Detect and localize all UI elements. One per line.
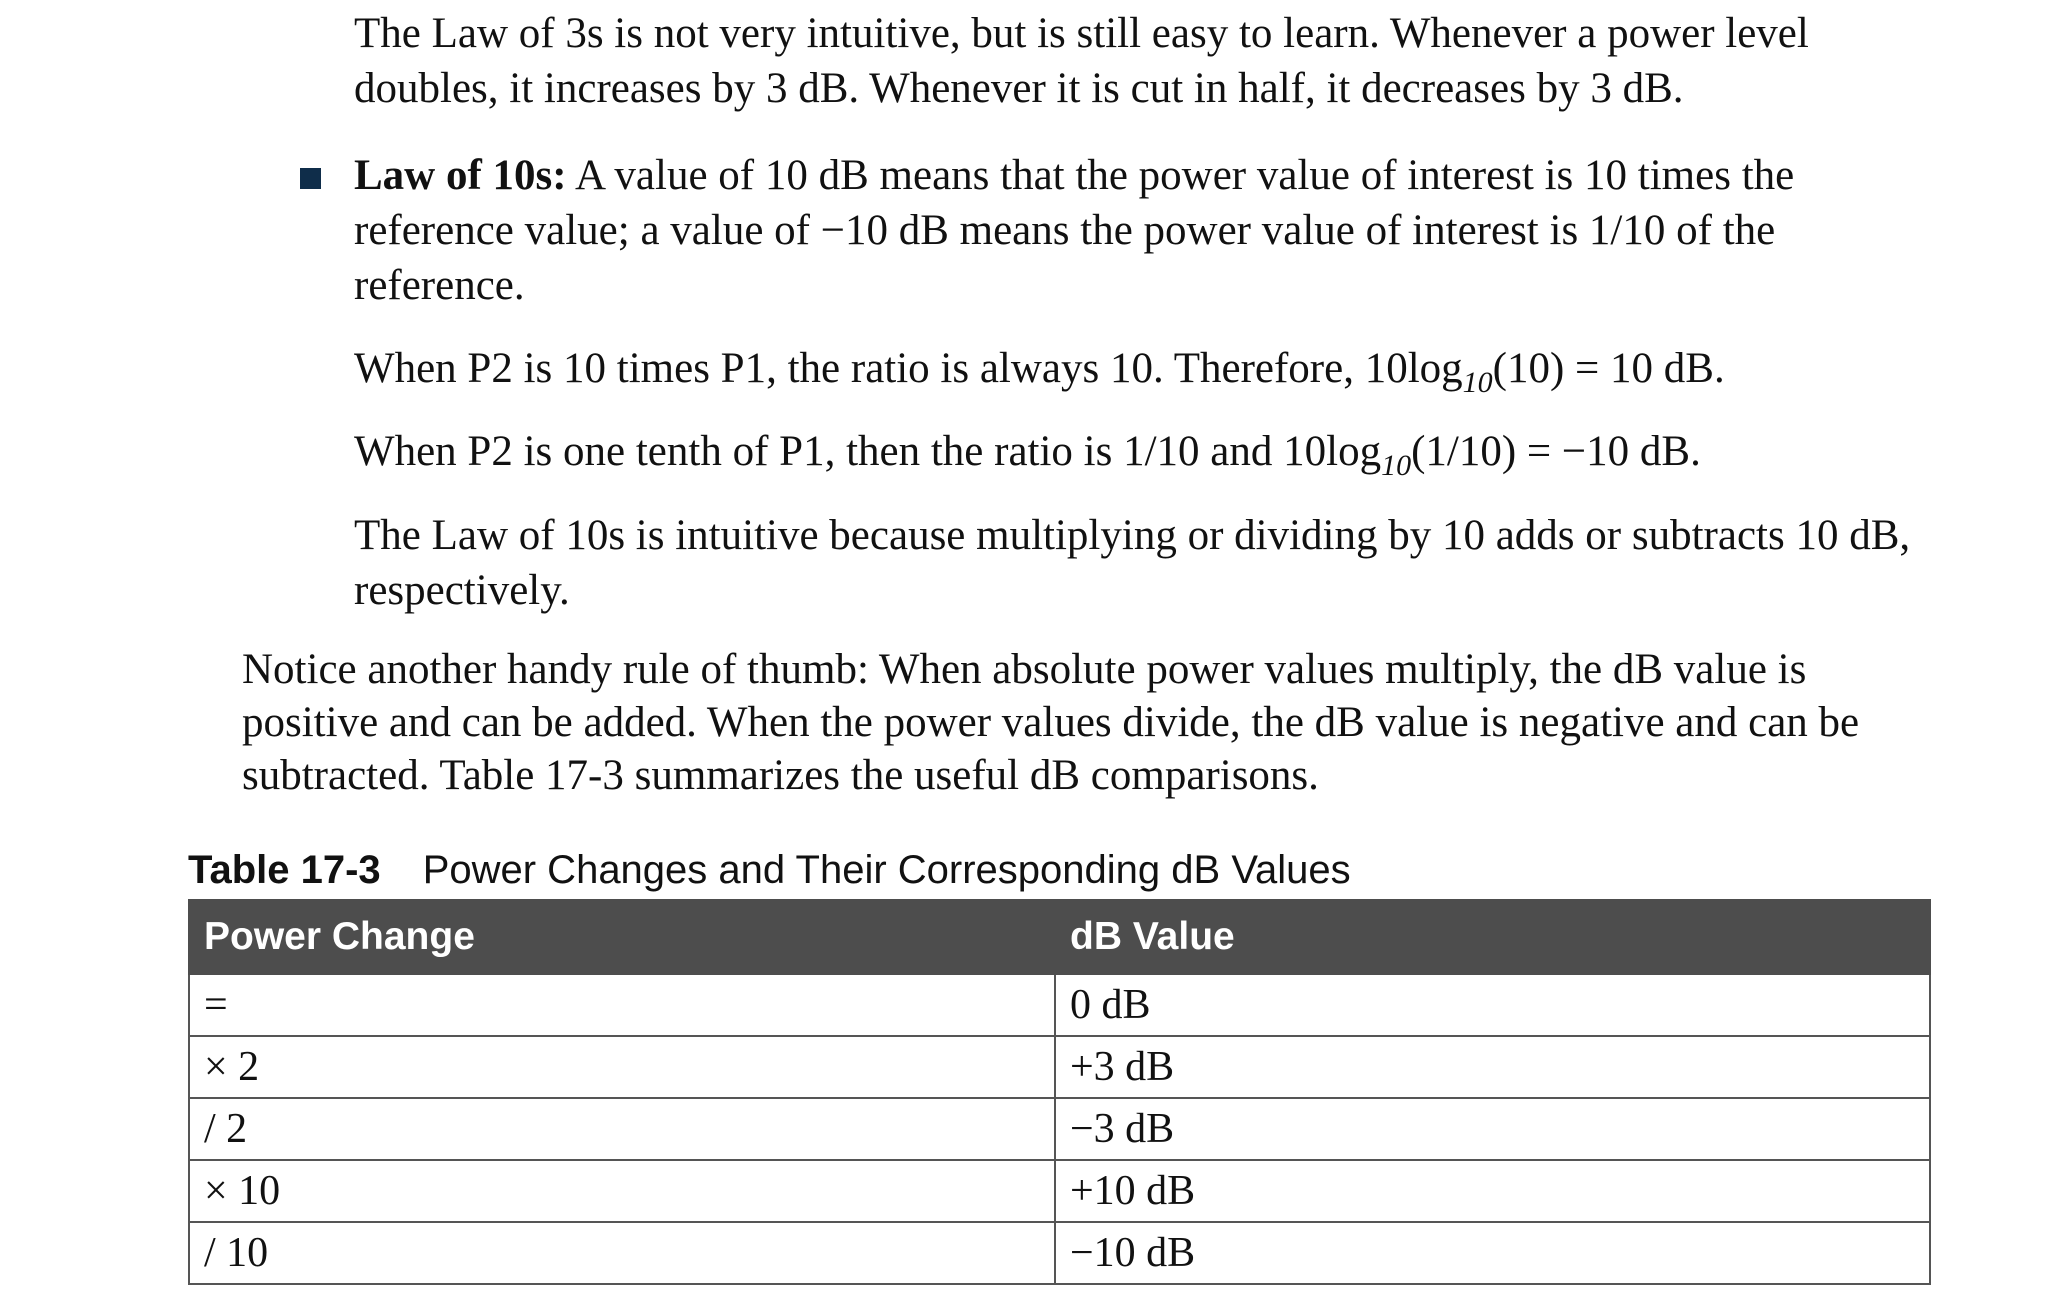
rule-of-thumb-paragraph: Notice another handy rule of thumb: When… [242,646,1860,799]
column-header-db-value: dB Value [1054,899,1931,975]
db-value-cell: −10 dB [1054,1221,1931,1285]
db-value-cell: −3 dB [1054,1097,1931,1161]
power-change-cell: × 10 [188,1159,1056,1223]
table-caption: Table 17-3 Power Changes and Their Corres… [188,845,1351,895]
log-base-subscript: 10 [1381,449,1412,482]
law-of-3s-summary: The Law of 3s is not very intuitive, but… [354,10,1809,112]
times-ten-text-end: (10) = 10 dB. [1492,345,1725,392]
log-base-subscript: 10 [1462,366,1493,399]
power-change-cell: = [188,973,1056,1037]
db-value-cell: 0 dB [1054,973,1931,1037]
one-tenth-text-start: When P2 is one tenth of P1, then the rat… [354,428,1382,475]
table-header-row: Power Change dB Value [188,899,1931,975]
table-caption-title: Power Changes and Their Corresponding dB… [422,848,1351,892]
power-change-cell: / 10 [188,1221,1056,1285]
table-row: × 10 +10 dB [188,1159,1931,1223]
db-value-cell: +3 dB [1054,1035,1931,1099]
table-caption-label: Table 17-3 [188,848,381,892]
law-of-10s-bullet: Law of 10s: A value of 10 dB means that … [354,148,1914,313]
column-header-power-change: Power Change [188,899,1056,975]
table-row: / 2 −3 dB [188,1097,1931,1161]
power-change-cell: × 2 [188,1035,1056,1099]
one-tenth-text-end: (1/10) = −10 dB. [1411,428,1701,475]
power-change-cell: / 2 [188,1097,1056,1161]
bullet-square-icon [300,168,321,189]
db-values-table: Power Change dB Value = 0 dB × 2 +3 dB /… [188,899,1931,1285]
table-row: / 10 −10 dB [188,1221,1931,1285]
times-ten-text-start: When P2 is 10 times P1, the ratio is alw… [354,345,1463,392]
table-row: × 2 +3 dB [188,1035,1931,1099]
law-of-10s-definition: A value of 10 dB means that the power va… [354,152,1795,309]
law-of-10s-summary: The Law of 10s is intuitive because mult… [354,512,1911,614]
one-tenth-example: When P2 is one tenth of P1, then the rat… [354,424,1914,482]
table-row: = 0 dB [188,973,1931,1037]
document-page: The Law of 3s is not very intuitive, but… [0,0,2058,1300]
db-value-cell: +10 dB [1054,1159,1931,1223]
law-of-10s-term: Law of 10s: [354,152,567,199]
times-ten-example: When P2 is 10 times P1, the ratio is alw… [354,341,1914,399]
